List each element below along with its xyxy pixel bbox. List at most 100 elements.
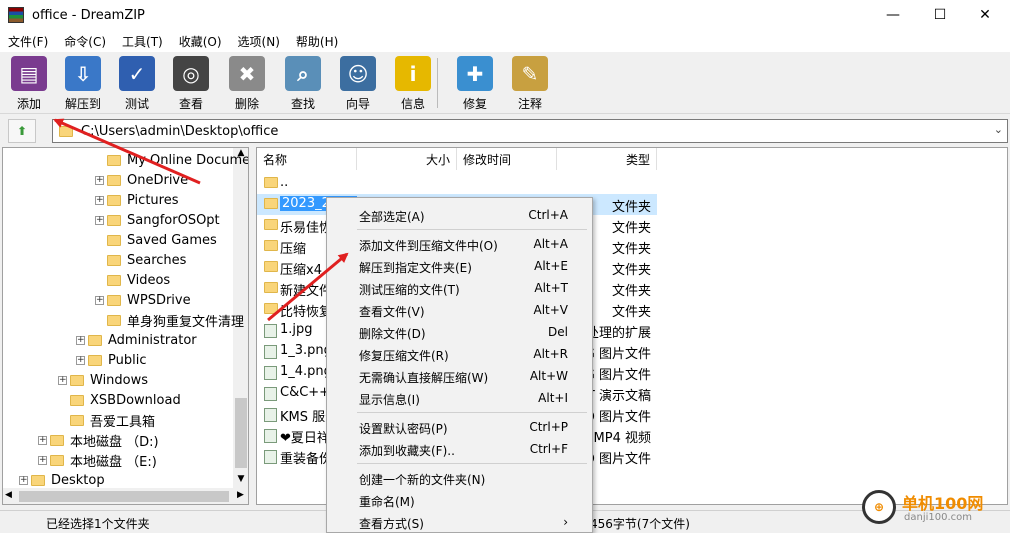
menu-item[interactable]: 命令(C) <box>56 33 114 50</box>
context-menu-item[interactable]: 查看方式(S) › <box>329 511 590 533</box>
tree-expand-icon[interactable]: + <box>19 476 28 485</box>
folder-icon <box>88 334 102 346</box>
toolbar-button-8[interactable]: i 信息 <box>386 54 440 112</box>
tree-hscroll-thumb[interactable] <box>19 491 229 502</box>
tree-node[interactable]: XSBDownload <box>70 390 181 410</box>
folder-icon <box>264 240 278 251</box>
tree-node[interactable]: Public <box>88 350 146 370</box>
tree-node[interactable]: Administrator <box>88 330 197 350</box>
file-name: 新建文件 <box>280 284 333 299</box>
file-type: 文件夹 <box>611 305 651 320</box>
column-header-modified[interactable]: 修改时间 <box>457 148 557 170</box>
path-combobox[interactable]: C:\Users\admin\Desktop\office ⌄ <box>52 119 1008 143</box>
tree-node[interactable]: 吾爱工具箱 <box>70 410 155 430</box>
context-menu-label: 查看文件(V) <box>359 305 425 319</box>
toolbar-button-7[interactable]: ☺ 向导 <box>331 54 385 112</box>
file-row[interactable]: .. <box>257 173 657 194</box>
tree-node[interactable]: SangforOSOpt <box>107 210 220 230</box>
tree-expand-icon[interactable]: + <box>38 456 47 465</box>
context-menu-shortcut: Alt+T <box>534 281 568 295</box>
toolbar-button-6[interactable]: ⌕ 查找 <box>276 54 330 112</box>
menu-item[interactable]: 帮助(H) <box>288 33 346 50</box>
context-menu-item[interactable]: 无需确认直接解压缩(W) Alt+W <box>329 365 590 387</box>
context-menu-item[interactable]: 解压到指定文件夹(E) Alt+E <box>329 255 590 277</box>
column-header-size[interactable]: 大小 <box>357 148 457 170</box>
tree-node[interactable]: Windows <box>70 370 148 390</box>
toolbar-button-4[interactable]: ◎ 查看 <box>164 54 218 112</box>
scroll-right-icon[interactable]: ▶ <box>237 490 244 500</box>
comment-notepad-icon: ✎ <box>512 56 548 91</box>
tree-node[interactable]: Videos <box>107 270 170 290</box>
tree-node[interactable]: Saved Games <box>107 230 217 250</box>
tree-expand-icon[interactable]: + <box>95 216 104 225</box>
close-button[interactable]: ✕ <box>962 0 1008 30</box>
maximize-button[interactable]: ☐ <box>917 0 963 30</box>
toolbar-button-9[interactable]: ✚ 修复 <box>448 54 502 112</box>
tree-node[interactable]: Pictures <box>107 190 178 210</box>
context-menu-item[interactable]: 创建一个新的文件夹(N) <box>329 467 590 489</box>
context-menu-item[interactable]: 全部选定(A) Ctrl+A <box>329 204 590 226</box>
minimize-button[interactable]: — <box>870 0 916 30</box>
tree-node[interactable]: OneDrive <box>107 170 188 190</box>
scroll-down-icon[interactable]: ▼ <box>235 474 247 486</box>
toolbar-button-label: 向导 <box>345 97 370 111</box>
tree-expand-icon[interactable]: + <box>76 336 85 345</box>
toolbar-button-1[interactable]: ▤ 添加 <box>2 54 56 112</box>
tree-node[interactable]: My Online Docume <box>107 150 248 170</box>
tree-scroll-thumb[interactable] <box>235 398 247 468</box>
context-menu-item[interactable]: 添加文件到压缩文件中(O) Alt+A <box>329 233 590 255</box>
file-type: 文件夹 <box>611 200 651 215</box>
toolbar-button-5[interactable]: ✖ 删除 <box>220 54 274 112</box>
tree-node[interactable]: 本地磁盘 （E:) <box>50 450 157 470</box>
context-menu-item[interactable]: 添加到收藏夹(F).. Ctrl+F <box>329 438 590 460</box>
chevron-down-icon[interactable]: ⌄ <box>994 123 1003 136</box>
file-icon <box>264 324 277 338</box>
context-menu-item[interactable]: 显示信息(I) Alt+I <box>329 387 590 409</box>
tree-node[interactable]: 本地磁盘 （D:) <box>50 430 159 450</box>
context-menu-item[interactable]: 查看文件(V) Alt+V <box>329 299 590 321</box>
context-menu-shortcut: Alt+A <box>533 237 568 251</box>
tree-expand-icon[interactable]: + <box>95 196 104 205</box>
column-header-type[interactable]: 类型 <box>557 148 657 170</box>
folder-icon <box>59 125 73 137</box>
toolbar-button-2[interactable]: ⇩ 解压到 <box>56 54 110 112</box>
tree-expand-icon[interactable]: + <box>58 376 67 385</box>
repair-kit-icon: ✚ <box>457 56 493 91</box>
tree-node[interactable]: Desktop <box>31 470 105 490</box>
menu-item[interactable]: 收藏(O) <box>171 33 230 50</box>
tree-expand-icon[interactable]: + <box>95 176 104 185</box>
tree-node[interactable]: Searches <box>107 250 186 270</box>
tree-expand-icon[interactable]: + <box>76 356 85 365</box>
toolbar-button-label: 查找 <box>290 97 315 111</box>
up-folder-button[interactable]: ⬆ <box>8 119 36 143</box>
menu-item[interactable]: 选项(N) <box>230 33 288 50</box>
file-name: .. <box>280 175 289 190</box>
menu-item[interactable]: 工具(T) <box>114 33 171 50</box>
context-menu-shortcut: Alt+W <box>529 369 568 383</box>
status-selection: 已经选择1个文件夹 <box>46 517 150 531</box>
tree-node-label: Pictures <box>127 192 179 208</box>
tree-expand-icon[interactable]: + <box>95 296 104 305</box>
folder-icon <box>107 194 121 206</box>
toolbar-button-label: 注释 <box>517 97 542 111</box>
menu-item[interactable]: 文件(F) <box>0 33 56 50</box>
toolbar-button-10[interactable]: ✎ 注释 <box>503 54 557 112</box>
file-name: 比特恢复 <box>280 305 333 320</box>
tree-expand-icon[interactable]: + <box>38 436 47 445</box>
context-menu-item[interactable]: 删除文件(D) Del <box>329 321 590 343</box>
tree-node[interactable]: 单身狗重复文件清理 <box>107 310 244 330</box>
tree-node-label: OneDrive <box>127 172 189 188</box>
scroll-left-icon[interactable]: ◀ <box>5 490 12 500</box>
watermark-title: 单机100网 <box>902 494 984 513</box>
folder-tree[interactable]: ▲ ▼ ◀ ▶ My Online Docume OneDrive + Picture… <box>2 147 249 505</box>
file-type: MP4 视频 <box>593 431 651 446</box>
context-menu-item[interactable]: 测试压缩的文件(T) Alt+T <box>329 277 590 299</box>
context-menu-item[interactable]: 重命名(M) <box>329 489 590 511</box>
toolbar-button-3[interactable]: ✓ 测试 <box>110 54 164 112</box>
folder-icon <box>88 354 102 366</box>
context-menu-item[interactable]: 修复压缩文件(R) Alt+R <box>329 343 590 365</box>
context-menu-item[interactable]: 设置默认密码(P) Ctrl+P <box>329 416 590 438</box>
tree-horizontal-scrollbar[interactable]: ◀ ▶ <box>3 488 248 504</box>
column-header-name[interactable]: 名称 <box>257 148 357 170</box>
tree-node[interactable]: WPSDrive <box>107 290 191 310</box>
